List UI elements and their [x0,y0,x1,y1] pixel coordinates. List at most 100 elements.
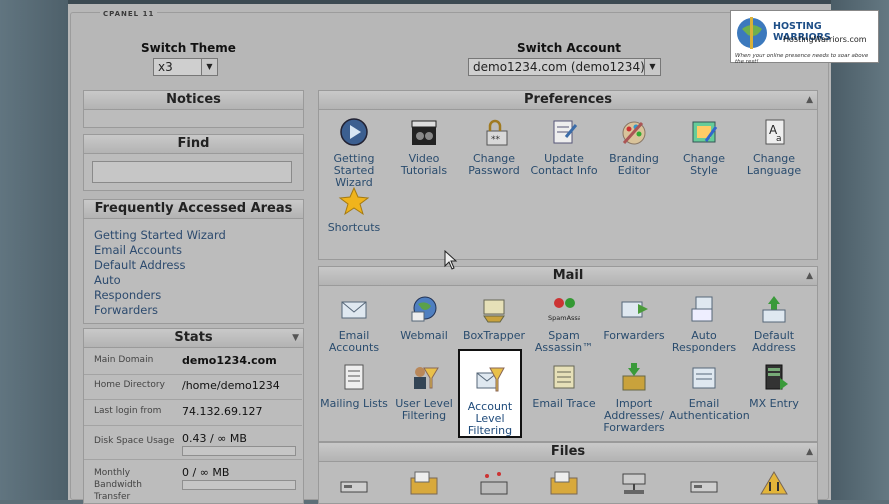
item-label: Branding Editor [609,152,659,177]
stats-box: Stats ▼ Main Domain demo1234.com Home Di… [83,328,304,504]
chevron-down-icon[interactable]: ▼ [644,59,660,75]
account-filter-icon [476,367,505,392]
item-label: Email Accounts [328,329,380,354]
switch-account-label: Switch Account [517,41,621,55]
lock-password-icon: ** [486,119,508,146]
account-level-filtering-highlight[interactable]: Account Level Filtering [458,349,522,438]
find-box: Find [83,134,304,191]
update-contact-info-item[interactable]: Update Contact Info [529,117,599,177]
collapse-triangle-icon[interactable]: ▲ [806,443,813,461]
mailing-list-icon [344,364,364,390]
webmail-item[interactable]: Webmail [389,294,459,342]
item-label: Change Password [468,152,520,177]
stat-label: Disk Space Usage [94,436,175,446]
ftp-icon[interactable] [759,470,789,496]
divider [84,459,302,460]
spam-assassin-item[interactable]: SpamAssassin Spam Assassin™ [529,294,599,354]
item-label: BoxTrapper [462,329,526,342]
branding-editor-item[interactable]: Branding Editor [599,117,669,177]
network-drive-icon[interactable] [619,470,649,496]
svg-text:a: a [776,134,782,144]
hosting-warriors-logo: HOSTING WARRIORS HostingWarriors.com Whe… [730,10,879,65]
find-title: Find [84,135,303,154]
getting-started-wizard-item[interactable]: Getting Started Wizard [319,117,389,189]
default-address-item[interactable]: Default Address [739,294,809,354]
backup-wizard-icon[interactable] [479,470,509,496]
frequent-link-forwarders[interactable]: Forwarders [94,303,158,317]
mouse-cursor-icon [444,250,458,270]
logo-url: HostingWarriors.com [783,35,867,44]
divider [84,374,302,375]
folder-icon[interactable] [549,470,579,496]
files-header[interactable]: Files ▲ [319,443,817,462]
item-label: Email Trace [532,397,596,410]
notices-box: Notices [83,90,304,128]
stat-value: demo1234.com [182,354,277,367]
mail-title: Mail [552,268,584,283]
stat-value: /home/demo1234 [182,379,280,392]
globe-mail-icon [411,296,437,322]
drive-icon[interactable] [339,474,369,496]
change-password-item[interactable]: ** Change Password [459,117,529,177]
paint-brush-icon [622,121,646,145]
collapse-triangle-icon[interactable]: ▲ [806,267,813,285]
user-level-filtering-item[interactable]: User Level Filtering [389,362,459,422]
contact-card-icon [553,120,578,144]
item-label: Change Language [746,152,802,177]
chevron-down-icon[interactable]: ▼ [201,59,217,75]
frequent-link-responders[interactable]: Responders [94,288,161,302]
boxtrapper-item[interactable]: BoxTrapper [459,294,529,342]
import-addresses-item[interactable]: Import Addresses/ Forwarders [599,362,669,434]
star-icon [338,186,370,216]
boxtrapper-icon [483,299,505,323]
switch-theme-select[interactable]: x3 ▼ [153,58,218,76]
email-auth-icon [692,367,716,389]
svg-text:**: ** [491,135,501,145]
collapse-triangle-icon[interactable]: ▼ [292,329,299,347]
frequent-link-default-address[interactable]: Default Address [94,258,185,272]
email-accounts-item[interactable]: Email Accounts [319,294,389,354]
mail-header[interactable]: Mail ▲ [319,267,817,286]
frequent-link-getting-started[interactable]: Getting Started Wizard [94,228,226,242]
stat-value: 74.132.69.127 [182,405,263,418]
stat-value: 0 / ∞ MB [182,466,230,479]
item-label: Update Contact Info [530,152,598,177]
svg-text:SpamAssassin: SpamAssassin [548,314,580,322]
frequent-link-email-accounts[interactable]: Email Accounts [94,243,182,257]
default-address-icon [762,296,786,323]
account-level-filtering-item[interactable]: Account Level Filtering [460,365,520,437]
find-input[interactable] [92,161,292,183]
forwarders-item[interactable]: Forwarders [599,294,669,342]
auto-responders-item[interactable]: Auto Responders [669,294,739,354]
drive-icon[interactable] [689,474,719,496]
switch-theme-label: Switch Theme [141,41,236,55]
video-tutorials-item[interactable]: Video Tutorials [389,117,459,177]
item-label: Forwarders [603,329,665,342]
email-trace-icon [553,365,575,389]
folder-icon[interactable] [409,470,439,496]
divider [84,399,302,400]
switch-theme-value: x3 [158,60,173,74]
notices-title: Notices [84,91,303,110]
stat-label: Monthly Bandwidth Transfer [94,468,142,502]
frequent-link-auto[interactable]: Auto [94,273,121,287]
switch-account-select[interactable]: demo1234.com (demo1234) ▼ [468,58,661,76]
item-label: Getting Started Wizard [333,152,375,189]
item-label: Spam Assassin™ [534,329,594,354]
mailing-lists-item[interactable]: Mailing Lists [319,362,389,410]
item-label: User Level Filtering [395,397,453,422]
frequent-box: Frequently Accessed Areas Getting Starte… [83,199,304,324]
item-label: Email Authentication [669,397,750,422]
item-label: Mailing Lists [320,397,388,410]
shortcuts-item[interactable]: Shortcuts [319,186,389,234]
change-language-item[interactable]: Aa Change Language [739,117,809,177]
mx-entry-item[interactable]: MX Entry [739,362,809,410]
stats-header[interactable]: Stats ▼ [84,329,303,348]
email-trace-item[interactable]: Email Trace [529,362,599,410]
collapse-triangle-icon[interactable]: ▲ [806,91,813,109]
change-style-item[interactable]: Change Style [669,117,739,177]
switch-account-value: demo1234.com (demo1234) [473,60,645,74]
divider [84,425,302,426]
preferences-header[interactable]: Preferences ▲ [319,91,817,110]
email-authentication-item[interactable]: Email Authentication [669,362,750,422]
